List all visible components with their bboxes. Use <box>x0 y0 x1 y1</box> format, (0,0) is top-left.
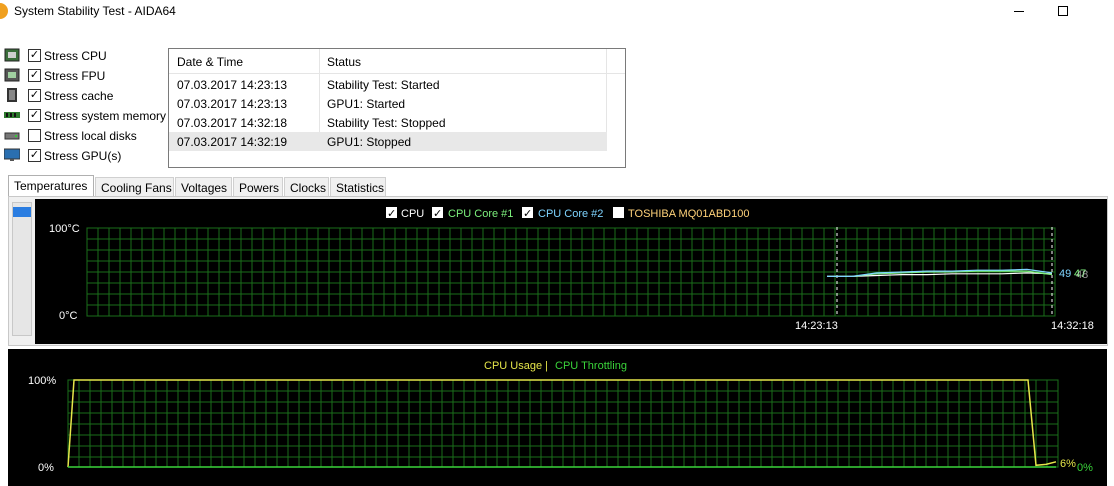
usage-y-max-label: 100% <box>28 375 56 387</box>
maximize-icon <box>1058 6 1068 16</box>
check-icon: ✓ <box>387 208 396 220</box>
legend-cpu-throttling: CPU Throttling <box>555 360 627 372</box>
stress-cpu-label: Stress CPU <box>44 49 107 63</box>
stress-gpu-label: Stress GPU(s) <box>44 149 122 163</box>
log-datetime: 07.03.2017 14:23:13 <box>177 78 288 92</box>
cpu-usage-graph: CPU Usage | CPU Throttling 100% 0% 6% 0% <box>8 349 1107 486</box>
window-title: System Stability Test - AIDA64 <box>14 4 176 18</box>
status-log-table[interactable]: Date & Time Status 07.03.2017 14:23:13 S… <box>168 48 626 168</box>
maximize-button[interactable] <box>1040 0 1086 22</box>
tab-voltages[interactable]: Voltages <box>175 177 232 197</box>
temp-time-start: 14:23:13 <box>795 320 838 332</box>
log-row[interactable]: 07.03.2017 14:32:19 GPU1: Stopped <box>169 132 607 151</box>
stress-cache-option[interactable]: ✓ Stress cache <box>4 87 169 105</box>
legend-core1-label: CPU Core #1 <box>448 208 513 220</box>
temperature-chart-svg: ✓ CPU ✓ CPU Core #1 ✓ CPU Core #2 TOSHIB… <box>49 207 1094 332</box>
legend-separator: | <box>545 360 548 372</box>
stress-cache-label: Stress cache <box>44 89 114 103</box>
stress-system-memory-checkbox[interactable]: ✓ <box>28 109 41 122</box>
current-throttling-value: 0% <box>1077 462 1093 474</box>
log-row[interactable]: 07.03.2017 14:32:18 Stability Test: Stop… <box>169 113 607 132</box>
disk-drive-icon <box>4 132 20 140</box>
current-core2-value: 49 <box>1059 268 1071 280</box>
stress-fpu-option[interactable]: ✓ Stress FPU <box>4 67 169 85</box>
log-row[interactable]: 07.03.2017 14:23:13 Stability Test: Star… <box>169 75 607 94</box>
status-column-header[interactable]: Status <box>327 55 361 69</box>
stress-system-memory-label: Stress system memory <box>44 109 167 123</box>
stress-fpu-checkbox[interactable]: ✓ <box>28 69 41 82</box>
tab-temperatures[interactable]: Temperatures <box>8 175 94 197</box>
temp-y-max-label: 100°C <box>49 223 80 235</box>
stress-system-memory-option[interactable]: ✓ Stress system memory <box>4 107 169 125</box>
log-row[interactable]: 07.03.2017 14:23:13 GPU1: Started <box>169 94 607 113</box>
tab-cooling-fans[interactable]: Cooling Fans <box>95 177 174 197</box>
check-icon: ✓ <box>433 208 442 220</box>
temp-y-min-label: 0°C <box>59 310 78 322</box>
tab-powers[interactable]: Powers <box>233 177 283 197</box>
check-icon: ✓ <box>523 208 532 220</box>
legend-core2-label: CPU Core #2 <box>538 208 603 220</box>
usage-chart-svg: CPU Usage | CPU Throttling 100% 0% 6% 0% <box>28 360 1093 474</box>
stress-cache-checkbox[interactable]: ✓ <box>28 89 41 102</box>
log-datetime: 07.03.2017 14:32:19 <box>177 135 288 149</box>
log-status: GPU1: Stopped <box>327 135 412 149</box>
legend-cpu-usage: CPU Usage <box>484 360 542 372</box>
current-cpu-value: 48 <box>1076 269 1088 281</box>
aida64-app-icon <box>0 3 8 19</box>
legend-cpu-label: CPU <box>401 208 424 220</box>
temperature-series <box>827 268 1053 278</box>
legend-toshiba-label: TOSHIBA MQ01ABD100 <box>628 208 749 220</box>
title-bar: System Stability Test - AIDA64 <box>0 0 1114 24</box>
current-usage-value: 6% <box>1060 458 1076 470</box>
stress-fpu-label: Stress FPU <box>44 69 106 83</box>
cpu-chip-icon <box>4 48 20 62</box>
legend-toshiba-checkbox[interactable] <box>613 207 624 218</box>
log-status: Stability Test: Started <box>327 78 440 92</box>
log-header: Date & Time Status <box>169 49 625 74</box>
log-datetime: 07.03.2017 14:23:13 <box>177 97 288 111</box>
stress-gpu-checkbox[interactable]: ✓ <box>28 149 41 162</box>
fpu-chip-icon <box>4 68 20 82</box>
minimize-button[interactable] <box>996 0 1042 22</box>
log-status: Stability Test: Stopped <box>327 116 446 130</box>
log-datetime: 07.03.2017 14:32:18 <box>177 116 288 130</box>
temperature-graph: ✓ CPU ✓ CPU Core #1 ✓ CPU Core #2 TOSHIB… <box>35 199 1107 344</box>
stress-cpu-checkbox[interactable]: ✓ <box>28 49 41 62</box>
sensor-scrollbar[interactable] <box>12 202 32 336</box>
cache-memory-icon <box>7 88 17 102</box>
monitor-icon <box>4 148 20 161</box>
tab-clocks[interactable]: Clocks <box>284 177 329 197</box>
sensor-scrollbar-thumb[interactable] <box>13 207 31 217</box>
usage-grid <box>67 379 1059 468</box>
temperature-legend: ✓ CPU ✓ CPU Core #1 ✓ CPU Core #2 TOSHIB… <box>386 207 749 220</box>
log-status: GPU1: Started <box>327 97 406 111</box>
tab-statistics[interactable]: Statistics <box>330 177 386 197</box>
stress-local-disks-option[interactable]: Stress local disks <box>4 127 169 145</box>
stress-local-disks-label: Stress local disks <box>44 129 137 143</box>
datetime-column-header[interactable]: Date & Time <box>177 55 243 69</box>
stress-cpu-option[interactable]: ✓ Stress CPU <box>4 47 169 65</box>
minimize-icon <box>1014 10 1024 12</box>
stress-gpu-option[interactable]: ✓ Stress GPU(s) <box>4 147 169 165</box>
stress-local-disks-checkbox[interactable] <box>28 129 41 142</box>
temp-time-end: 14:32:18 <box>1051 320 1094 332</box>
usage-y-min-label: 0% <box>38 462 54 474</box>
usage-legend: CPU Usage | CPU Throttling <box>484 360 627 372</box>
ram-module-icon <box>4 112 20 118</box>
